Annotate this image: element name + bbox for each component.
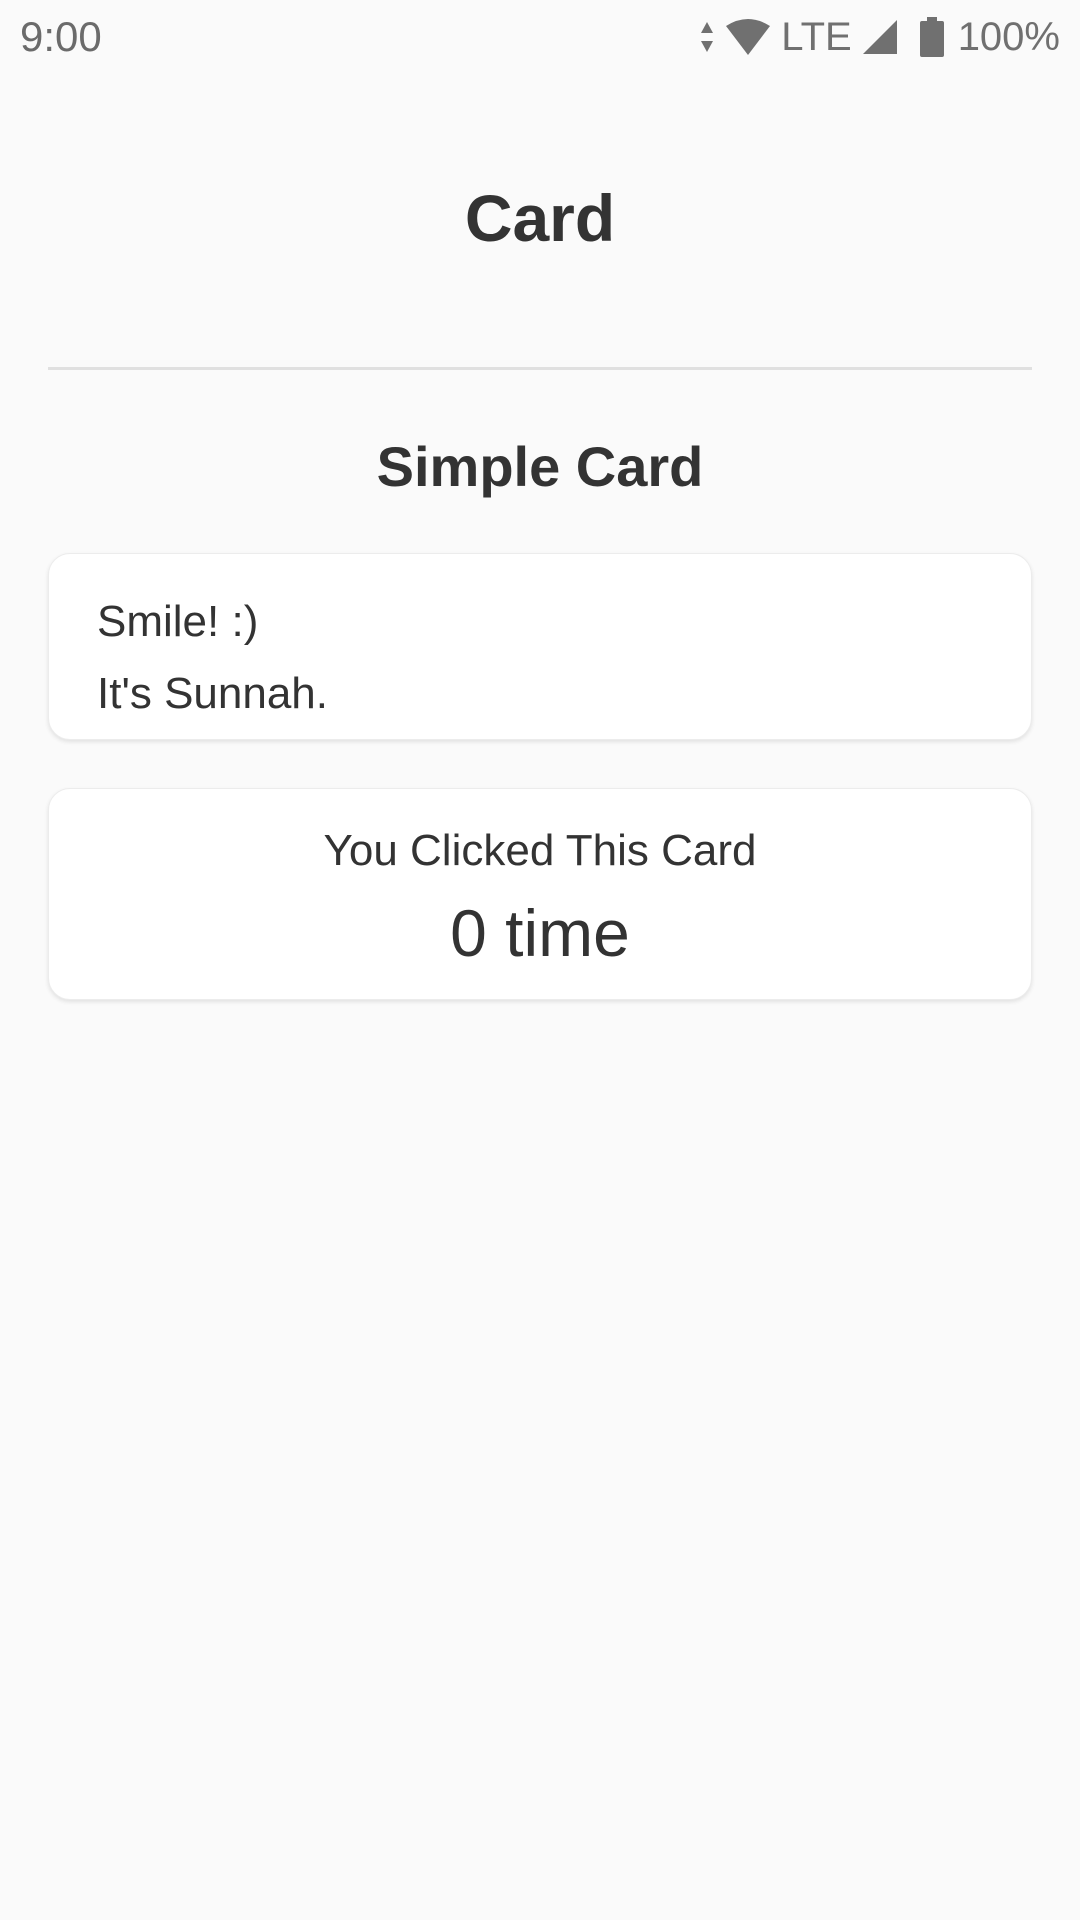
wifi-icon (725, 18, 771, 56)
status-bar: 9:00 LTE 100% (0, 0, 1080, 74)
click-counter-label: You Clicked This Card (323, 826, 757, 875)
simple-card: Smile! :) It's Sunnah. (48, 553, 1032, 740)
cell-signal-icon (862, 19, 898, 55)
divider (48, 367, 1032, 370)
click-count-value: 0 time (450, 896, 630, 970)
status-icons: LTE 100% (699, 15, 1060, 60)
battery-icon (919, 17, 944, 57)
app-screen: 9:00 LTE 100% Card Simple Card Smile!:)… (0, 0, 1080, 1920)
battery-percent: 100% (957, 14, 1060, 59)
card-text-line-2: It's Sunnah. (97, 669, 328, 718)
section-title: Simple Card (376, 435, 704, 498)
page-title: Card (464, 181, 616, 255)
card-text-line-1: Smile! :) (97, 597, 259, 646)
status-time: 9:00 (20, 13, 102, 60)
data-arrows-icon (699, 20, 715, 54)
network-type-label: LTE (781, 14, 852, 59)
click-counter-card[interactable]: You Clicked This Card 0 time (48, 788, 1032, 1000)
